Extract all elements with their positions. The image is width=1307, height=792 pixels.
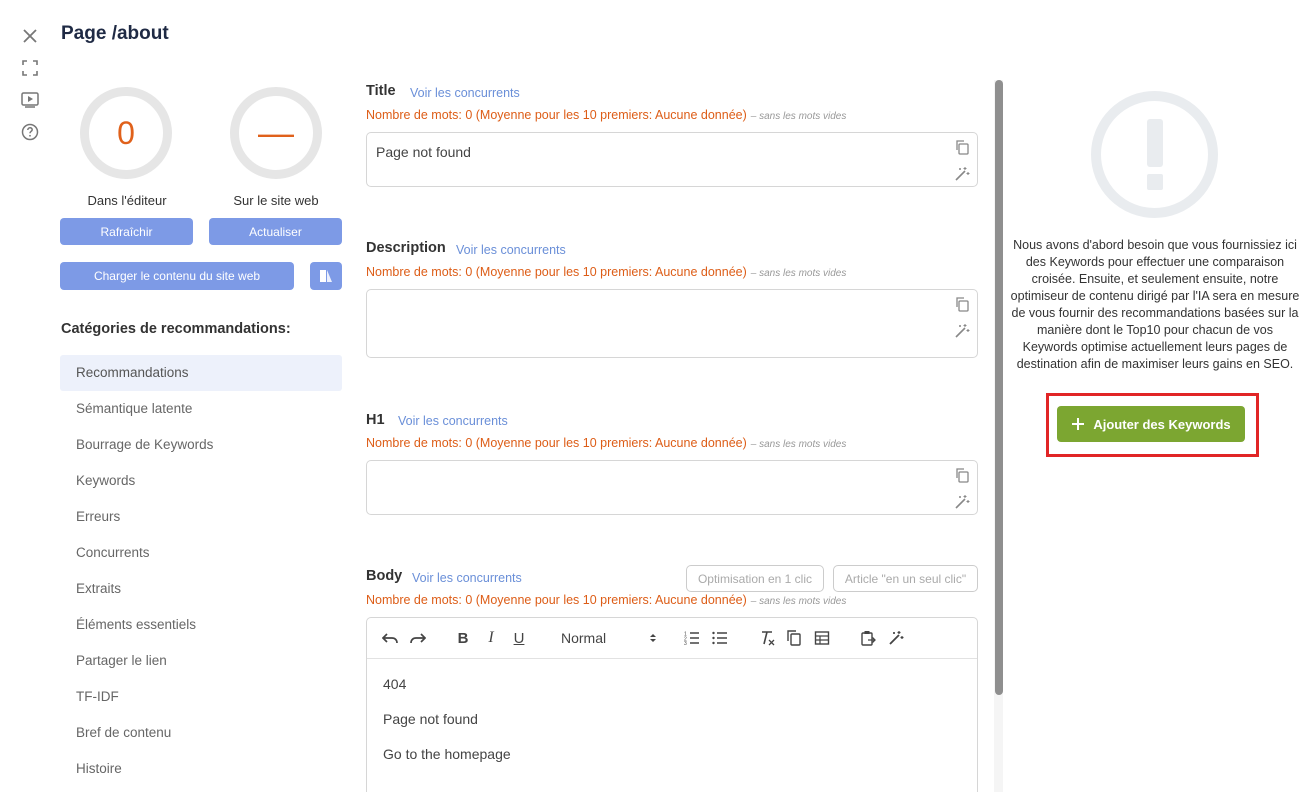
title-input[interactable]: Page not found bbox=[366, 132, 978, 187]
body-editor[interactable]: B I U Normal 123 404 Page not found Go t… bbox=[366, 617, 978, 792]
copy-icon[interactable] bbox=[954, 296, 970, 312]
category-item-tf-idf[interactable]: TF-IDF bbox=[60, 679, 342, 715]
title-input-value: Page not found bbox=[376, 144, 471, 160]
add-keywords-label: Ajouter des Keywords bbox=[1093, 416, 1231, 432]
title-voir-concurrents-link[interactable]: Voir les concurrents bbox=[410, 86, 520, 100]
copy-icon[interactable] bbox=[954, 139, 970, 155]
magic-wand-icon[interactable] bbox=[954, 166, 970, 182]
title-sans-note: – sans les mots vides bbox=[750, 111, 847, 122]
scrollbar-thumb[interactable] bbox=[995, 80, 1003, 695]
keywords-required-message: Nous avons d'abord besoin que vous fourn… bbox=[1010, 238, 1300, 371]
body-word-count: Nombre de mots: 0 (Moyenne pour les 10 p… bbox=[366, 593, 846, 607]
plus-icon bbox=[1072, 418, 1085, 430]
bullet-list-icon[interactable] bbox=[711, 628, 729, 648]
left-icon-rail bbox=[0, 0, 60, 792]
category-item-histoire[interactable]: Histoire bbox=[60, 751, 342, 787]
categories-list: Recommandations Sémantique latente Bourr… bbox=[60, 355, 342, 787]
category-item-bref-contenu[interactable]: Bref de contenu bbox=[60, 715, 342, 751]
category-item-partager-lien[interactable]: Partager le lien bbox=[60, 643, 342, 679]
editor-score-value: 0 bbox=[117, 114, 135, 151]
video-play-icon[interactable] bbox=[19, 89, 41, 111]
category-item-extraits[interactable]: Extraits bbox=[60, 571, 342, 607]
paste-icon[interactable] bbox=[859, 628, 877, 648]
body-field-label: Body bbox=[366, 568, 403, 584]
compare-icon bbox=[320, 270, 332, 282]
editor-content[interactable]: 404 Page not found Go to the homepage bbox=[367, 659, 977, 792]
magic-wand-icon[interactable] bbox=[887, 628, 905, 648]
article-one-click-button[interactable]: Article "en un seul clic" bbox=[833, 565, 978, 592]
site-score-value: — bbox=[258, 112, 294, 153]
copy-icon[interactable] bbox=[954, 467, 970, 483]
h1-count-text: Nombre de mots: 0 (Moyenne pour les 10 p… bbox=[366, 436, 747, 450]
site-score-label: Sur le site web bbox=[233, 193, 319, 208]
table-icon[interactable] bbox=[813, 628, 831, 648]
category-item-concurrents[interactable]: Concurrents bbox=[60, 535, 342, 571]
update-button[interactable]: Actualiser bbox=[209, 218, 342, 245]
page-title: Page /about bbox=[61, 23, 169, 44]
body-count-text: Nombre de mots: 0 (Moyenne pour les 10 p… bbox=[366, 593, 747, 607]
h1-field-label: H1 bbox=[366, 412, 385, 428]
load-content-button[interactable]: Charger le contenu du site web bbox=[60, 262, 294, 290]
site-score-gauge: — bbox=[230, 87, 322, 179]
editor-paragraph: Page not found bbox=[383, 711, 478, 727]
italic-icon[interactable]: I bbox=[483, 628, 499, 648]
magic-wand-icon[interactable] bbox=[954, 494, 970, 510]
select-arrows-icon bbox=[650, 634, 656, 642]
help-icon[interactable] bbox=[19, 121, 41, 143]
h1-voir-concurrents-link[interactable]: Voir les concurrents bbox=[398, 414, 508, 428]
underline-icon[interactable]: U bbox=[511, 628, 527, 648]
category-item-erreurs[interactable]: Erreurs bbox=[60, 499, 342, 535]
add-keywords-button[interactable]: Ajouter des Keywords bbox=[1057, 406, 1245, 442]
title-field-label: Title bbox=[366, 83, 396, 99]
editor-paragraph: 404 bbox=[383, 676, 407, 692]
h1-input[interactable] bbox=[366, 460, 978, 515]
category-item-semantique-latente[interactable]: Sémantique latente bbox=[60, 391, 342, 427]
optimise-one-click-button[interactable]: Optimisation en 1 clic bbox=[686, 565, 824, 592]
description-sans-note: – sans les mots vides bbox=[750, 268, 847, 279]
h1-word-count: Nombre de mots: 0 (Moyenne pour les 10 p… bbox=[366, 436, 846, 450]
copy-icon[interactable] bbox=[785, 628, 803, 648]
editor-toolbar: B I U Normal 123 bbox=[367, 618, 977, 659]
editor-paragraph: Go to the homepage bbox=[383, 746, 511, 762]
description-voir-concurrents-link[interactable]: Voir les concurrents bbox=[456, 243, 566, 257]
refresh-button[interactable]: Rafraîchir bbox=[60, 218, 193, 245]
bold-icon[interactable]: B bbox=[455, 628, 471, 648]
categories-title: Catégories de recommandations: bbox=[61, 321, 291, 337]
svg-text:3: 3 bbox=[684, 641, 687, 645]
warning-icon bbox=[1091, 91, 1218, 218]
format-select[interactable]: Normal bbox=[561, 628, 657, 648]
format-select-value: Normal bbox=[561, 630, 607, 646]
body-sans-note: – sans les mots vides bbox=[750, 596, 847, 607]
category-item-bourrage-keywords[interactable]: Bourrage de Keywords bbox=[60, 427, 342, 463]
editor-score-gauge: 0 bbox=[80, 87, 172, 179]
compare-icon-button[interactable] bbox=[310, 262, 342, 290]
redo-icon[interactable] bbox=[409, 628, 427, 648]
description-field-label: Description bbox=[366, 240, 446, 256]
description-input[interactable] bbox=[366, 289, 978, 358]
editor-score-label: Dans l'éditeur bbox=[87, 193, 167, 208]
clear-format-icon[interactable] bbox=[759, 628, 777, 648]
description-count-text: Nombre de mots: 0 (Moyenne pour les 10 p… bbox=[366, 265, 747, 279]
category-item-recommandations[interactable]: Recommandations bbox=[60, 355, 342, 391]
body-voir-concurrents-link[interactable]: Voir les concurrents bbox=[412, 571, 522, 585]
magic-wand-icon[interactable] bbox=[954, 323, 970, 339]
undo-icon[interactable] bbox=[381, 628, 399, 648]
close-icon[interactable] bbox=[19, 25, 41, 47]
h1-sans-note: – sans les mots vides bbox=[750, 439, 847, 450]
title-count-text: Nombre de mots: 0 (Moyenne pour les 10 p… bbox=[366, 108, 747, 122]
ordered-list-icon[interactable]: 123 bbox=[683, 628, 701, 648]
category-item-elements-essentiels[interactable]: Éléments essentiels bbox=[60, 607, 342, 643]
description-word-count: Nombre de mots: 0 (Moyenne pour les 10 p… bbox=[366, 265, 846, 279]
title-word-count: Nombre de mots: 0 (Moyenne pour les 10 p… bbox=[366, 108, 846, 122]
category-item-keywords[interactable]: Keywords bbox=[60, 463, 342, 499]
fullscreen-icon[interactable] bbox=[19, 57, 41, 79]
